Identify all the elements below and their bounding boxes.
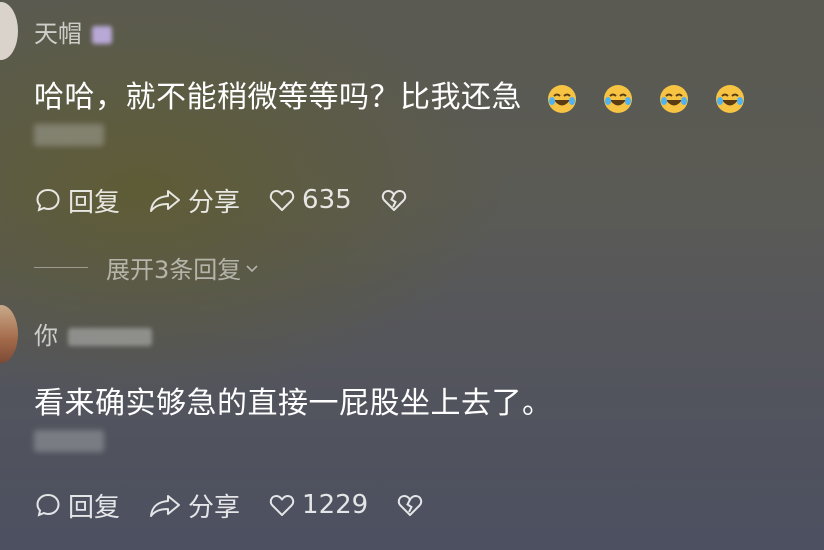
share-label: 分享 xyxy=(188,187,241,218)
comment-text-content: 看来确实够急的直接一屁股坐上去了。 xyxy=(34,386,553,421)
comment-actions: 回复 分享 635 xyxy=(34,182,442,219)
reply-label: 回复 xyxy=(68,187,121,218)
reply-label: 回复 xyxy=(68,492,121,523)
broken-heart-icon xyxy=(398,494,423,516)
dislike-button[interactable] xyxy=(396,491,430,519)
comment-text: 哈哈，就不能稍微等等吗？比我还急 xyxy=(34,72,746,116)
like-count: 635 xyxy=(302,185,352,215)
reply-button[interactable]: 回复 xyxy=(34,487,120,524)
timestamp-blurred xyxy=(34,430,104,452)
username-text: 天帽 xyxy=(34,20,82,48)
divider xyxy=(34,267,88,268)
heart-icon xyxy=(269,494,295,516)
laughing-tears-icon xyxy=(604,84,633,113)
reply-button[interactable]: 回复 xyxy=(34,182,120,219)
comment-text: 看来确实够急的直接一屁股坐上去了。 xyxy=(34,378,553,422)
avatar[interactable] xyxy=(0,2,18,60)
comment-bubble-icon xyxy=(36,188,60,212)
broken-heart-icon xyxy=(381,189,406,211)
laughing-tears-icon xyxy=(660,84,689,113)
username-blur xyxy=(67,328,152,346)
laughing-tears-icon xyxy=(548,84,577,113)
expand-replies-button[interactable]: 展开3条回复 xyxy=(34,250,260,285)
laughing-tears-icon xyxy=(716,84,745,113)
username[interactable]: 天帽 xyxy=(34,14,112,49)
share-button[interactable]: 分享 xyxy=(148,487,240,524)
comment-text-content: 哈哈，就不能稍微等等吗？比我还急 xyxy=(34,80,522,115)
timestamp-blurred xyxy=(34,124,104,146)
share-button[interactable]: 分享 xyxy=(148,182,240,219)
share-label: 分享 xyxy=(188,492,241,523)
like-count: 1229 xyxy=(302,490,369,520)
username-text: 你 xyxy=(34,322,58,350)
share-arrow-icon xyxy=(150,495,181,517)
username-blur xyxy=(91,26,112,44)
dislike-button[interactable] xyxy=(380,186,414,214)
heart-icon xyxy=(269,189,295,211)
chevron-down-icon xyxy=(246,264,258,272)
emoji-row xyxy=(532,80,746,115)
avatar[interactable] xyxy=(0,305,18,363)
like-button[interactable]: 1229 xyxy=(268,490,368,520)
share-arrow-icon xyxy=(150,190,181,212)
comment-actions: 回复 分享 1229 xyxy=(34,487,458,524)
username[interactable]: 你 xyxy=(34,316,152,351)
like-button[interactable]: 635 xyxy=(268,185,352,215)
expand-replies-label: 展开3条回复 xyxy=(106,256,242,284)
comment-bubble-icon xyxy=(36,493,60,517)
